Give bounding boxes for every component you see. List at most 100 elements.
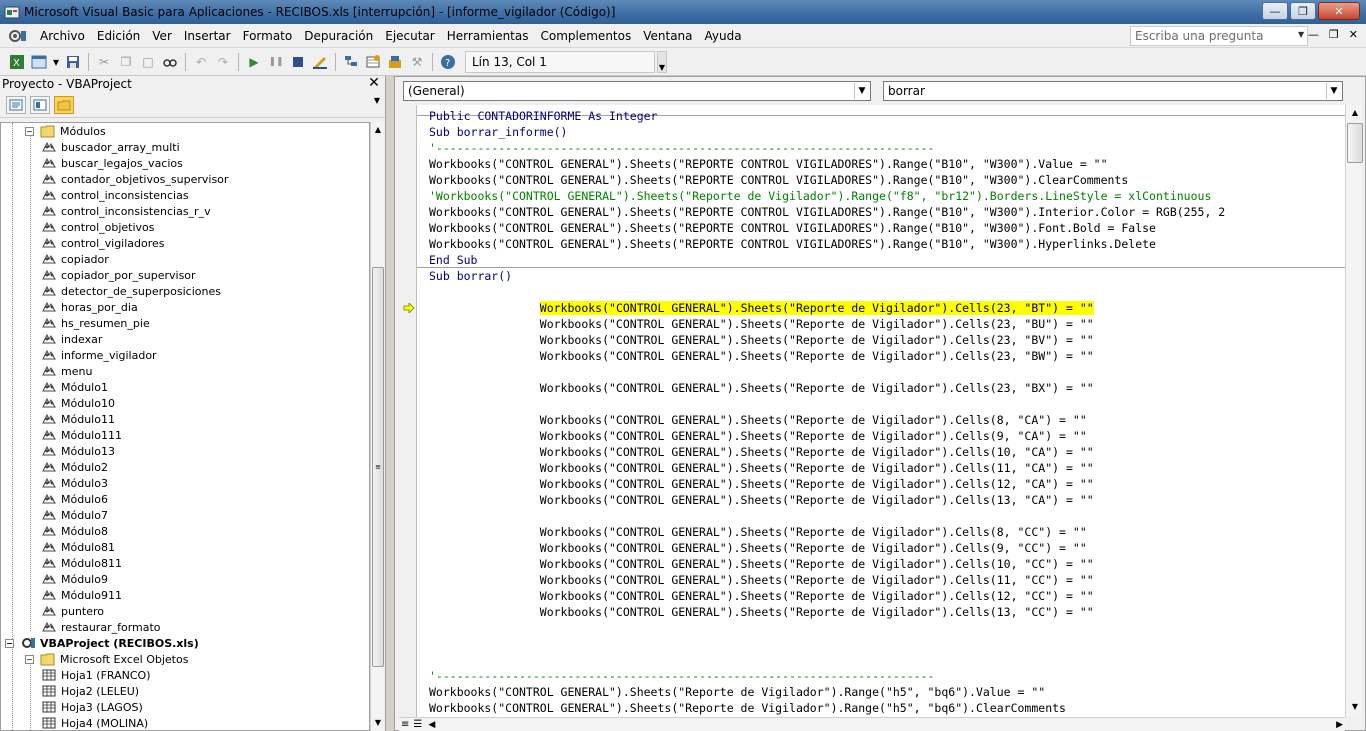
minimize-button[interactable]: — — [1262, 2, 1288, 20]
code-line[interactable]: Workbooks("CONTROL GENERAL").Sheets("Rep… — [429, 492, 1094, 508]
view-excel-icon[interactable]: X — [8, 53, 26, 71]
code-line[interactable]: Workbooks("CONTROL GENERAL").Sheets("Rep… — [429, 412, 1087, 428]
tree-module-item[interactable]: horas_por_dia — [41, 299, 138, 315]
code-line[interactable]: Workbooks("CONTROL GENERAL").Sheets("Rep… — [429, 588, 1094, 604]
menu-edicion[interactable]: Edición — [91, 29, 146, 43]
copy-icon[interactable]: ❐ — [117, 53, 135, 71]
menu-formato[interactable]: Formato — [237, 29, 299, 43]
procedure-combo[interactable]: borrar ▼ — [883, 81, 1343, 101]
code-line[interactable]: Workbooks("CONTROL GENERAL").Sheets("Rep… — [429, 444, 1094, 460]
reset-icon[interactable] — [289, 53, 307, 71]
code-line[interactable]: Workbooks("CONTROL GENERAL").Sheets("Rep… — [429, 348, 1094, 364]
tree-module-item[interactable]: buscador_array_multi — [41, 139, 180, 155]
scroll-down-icon[interactable]: ▼ — [371, 715, 385, 731]
mdi-minimize-icon[interactable]: — — [1308, 28, 1319, 41]
tree-module-item[interactable]: copiador — [41, 251, 109, 267]
object-combo[interactable]: (General) ▼ — [403, 81, 871, 101]
tree-project-recibos[interactable]: − VBAProject (RECIBOS.xls) — [5, 635, 199, 651]
view-object-button[interactable] — [30, 95, 50, 114]
tree-module-item[interactable]: control_inconsistencias — [41, 187, 189, 203]
paste-icon[interactable]: □ — [139, 53, 157, 71]
tree-module-item[interactable]: Módulo2 — [41, 459, 108, 475]
tree-sheet-item[interactable]: Hoja2 (LELEU) — [41, 683, 139, 699]
help-icon[interactable]: ? — [439, 53, 457, 71]
code-line[interactable]: Workbooks("CONTROL GENERAL").Sheets("Rep… — [429, 604, 1094, 620]
code-editor[interactable]: Public CONTADORINFORME As Integer Sub bor… — [417, 105, 1345, 717]
code-line[interactable]: Workbooks("CONTROL GENERAL").Sheets("REP… — [429, 236, 1156, 252]
redo-icon[interactable]: ↷ — [214, 53, 232, 71]
menu-ver[interactable]: Ver — [146, 29, 178, 43]
tree-module-item[interactable]: Módulo13 — [41, 443, 115, 459]
scroll-up-icon[interactable]: ▲ — [1346, 105, 1364, 121]
tree-module-item[interactable]: copiador_por_supervisor — [41, 267, 196, 283]
menu-insertar[interactable]: Insertar — [178, 29, 237, 43]
project-vertical-scrollbar[interactable]: ▲ ≡ ▼ — [370, 122, 384, 731]
find-icon[interactable] — [161, 53, 179, 71]
tree-sheet-item[interactable]: Hoja1 (FRANCO) — [41, 667, 151, 683]
code-line[interactable]: Workbooks("CONTROL GENERAL").Sheets("Rep… — [429, 556, 1094, 572]
view-code-button[interactable] — [6, 95, 26, 114]
tree-module-item[interactable]: hs_resumen_pie — [41, 315, 150, 331]
tree-module-item[interactable]: Módulo811 — [41, 555, 122, 571]
menu-depuracion[interactable]: Depuración — [298, 29, 379, 43]
tree-module-item[interactable]: Módulo81 — [41, 539, 115, 555]
ask-question-input[interactable]: Escriba una pregunta — [1130, 26, 1308, 46]
scroll-right-icon[interactable]: ▶ — [1336, 720, 1343, 730]
insert-userform-icon[interactable] — [30, 53, 48, 71]
chevron-down-icon[interactable]: ▼ — [854, 83, 869, 99]
mdi-close-icon[interactable]: ✕ — [1349, 28, 1358, 41]
code-line[interactable]: Workbooks("CONTROL GENERAL").Sheets("Rep… — [429, 476, 1094, 492]
indicator-margin[interactable] — [399, 105, 417, 717]
scroll-down-icon[interactable]: ▼ — [1346, 699, 1364, 715]
code-line[interactable]: End Sub — [429, 252, 477, 268]
full-module-view-icon[interactable]: ☰ — [413, 719, 422, 730]
break-icon[interactable]: ❚❚ — [267, 53, 285, 71]
code-line[interactable]: '---------------------------------------… — [429, 140, 934, 156]
code-line[interactable]: Sub borrar_informe() — [429, 124, 567, 140]
code-line[interactable]: '---------------------------------------… — [429, 668, 934, 684]
tree-module-item[interactable]: control_inconsistencias_r_v — [41, 203, 211, 219]
procedure-view-icon[interactable]: ≡ — [401, 719, 409, 730]
tree-module-item[interactable]: Módulo1 — [41, 379, 108, 395]
tree-folder-modulos[interactable]: − Módulos — [25, 123, 106, 139]
code-line[interactable]: 'Workbooks("CONTROL GENERAL").Sheets("Re… — [429, 188, 1211, 204]
undo-icon[interactable]: ↶ — [192, 53, 210, 71]
code-line[interactable]: Workbooks("CONTROL GENERAL").Sheets("REP… — [429, 204, 1225, 220]
tree-module-item[interactable]: Módulo11 — [41, 411, 115, 427]
scroll-left-icon[interactable]: ◀ — [428, 720, 435, 730]
vba-menu-icon[interactable] — [6, 27, 28, 45]
code-line[interactable]: Workbooks("CONTROL GENERAL").Sheets("Rep… — [429, 572, 1094, 588]
collapse-icon[interactable]: − — [25, 126, 34, 136]
code-line[interactable]: Workbooks("CONTROL GENERAL").Sheets("Rep… — [429, 540, 1087, 556]
collapse-icon[interactable]: − — [5, 638, 14, 648]
tree-module-item[interactable]: Módulo7 — [41, 507, 108, 523]
project-toolbar-options-icon[interactable]: ▼ — [373, 96, 381, 116]
tree-module-item[interactable]: puntero — [41, 603, 104, 619]
menu-ventana[interactable]: Ventana — [637, 29, 698, 43]
save-icon[interactable] — [64, 53, 82, 71]
code-line[interactable]: Workbooks("CONTROL GENERAL").Sheets("Rep… — [429, 460, 1094, 476]
code-line[interactable]: Workbooks("CONTROL GENERAL").Sheets("Rep… — [429, 684, 1045, 700]
ask-dropdown-icon[interactable]: ▼ — [1298, 30, 1304, 39]
tree-folder-excel-objetos[interactable]: − Microsoft Excel Objetos — [25, 651, 188, 667]
toolbox-icon[interactable]: ⚒ — [408, 53, 426, 71]
tree-module-item[interactable]: indexar — [41, 331, 102, 347]
project-close-icon[interactable]: ✕ — [367, 76, 381, 90]
code-vertical-scrollbar[interactable]: ▲ ▼ — [1345, 105, 1363, 717]
code-line[interactable]: Workbooks("CONTROL GENERAL").Sheets("Rep… — [429, 700, 1066, 716]
code-line[interactable]: Workbooks("CONTROL GENERAL").Sheets("Rep… — [429, 332, 1094, 348]
properties-window-icon[interactable] — [364, 53, 382, 71]
cut-icon[interactable]: ✂ — [95, 53, 113, 71]
tree-module-item[interactable]: Módulo10 — [41, 395, 115, 411]
code-line[interactable]: Workbooks("CONTROL GENERAL").Sheets("Rep… — [429, 300, 1094, 316]
design-mode-icon[interactable] — [311, 53, 329, 71]
tree-module-item[interactable]: control_objetivos — [41, 219, 155, 235]
code-line[interactable]: Workbooks("CONTROL GENERAL").Sheets("REP… — [429, 172, 1128, 188]
tree-module-item[interactable]: buscar_legajos_vacios — [41, 155, 183, 171]
menu-archivo[interactable]: Archivo — [34, 29, 91, 43]
tree-sheet-item[interactable]: Hoja4 (MOLINA) — [41, 715, 148, 730]
menu-complementos[interactable]: Complementos — [535, 29, 638, 43]
scroll-thumb[interactable] — [1347, 123, 1363, 163]
code-line[interactable]: Workbooks("CONTROL GENERAL").Sheets("Rep… — [429, 316, 1094, 332]
tree-module-item[interactable]: Módulo911 — [41, 587, 122, 603]
